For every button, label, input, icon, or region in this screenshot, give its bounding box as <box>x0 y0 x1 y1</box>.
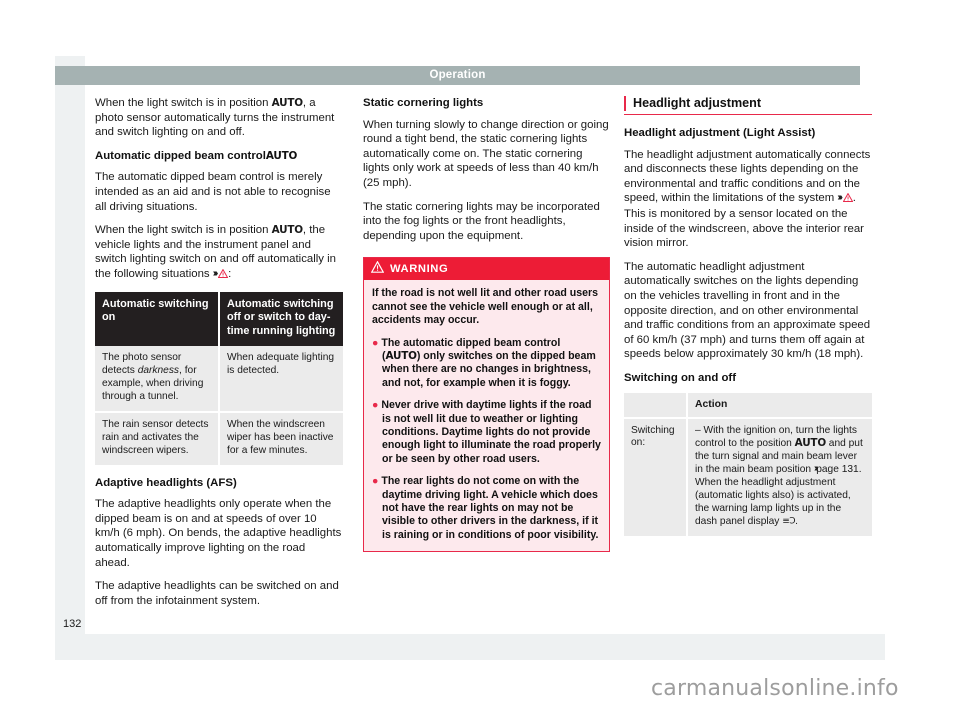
paragraph-static-cornering-2: The static cornering lights may be incor… <box>363 200 600 242</box>
headlight-indicator-icon: ≡Ɔ <box>782 516 796 527</box>
switch-position-pre: When the light switch is in position <box>95 224 272 237</box>
table-header-action: Action <box>687 392 872 419</box>
page-header-title: Operation <box>429 69 486 81</box>
left-column: When the light switch is in position AUT… <box>95 96 343 617</box>
warning-box-body: If the road is not well lit and other ro… <box>364 280 609 551</box>
cross-reference-chevron-icon: ››› <box>212 267 219 279</box>
paragraph-headlight-adjustment-1: The headlight adjustment automatically c… <box>624 148 872 251</box>
warning-intro-text: If the road is not well lit and other ro… <box>372 287 599 327</box>
paragraph-afs-infotainment: The adaptive headlights can be switched … <box>95 580 339 607</box>
warning-triangle-icon <box>218 268 229 278</box>
table-row: The rain sensor detects rain and activat… <box>95 411 343 465</box>
table-row: The photo sensor detects darkness, for e… <box>95 346 343 413</box>
cell-adequate-lighting: When adequate lighting is detected. <box>219 346 343 413</box>
warning-bullet-2: ● Never drive with daytime lights if the… <box>372 399 601 466</box>
heading-automatic-dipped-beam: Automatic dipped beam controlAUTO <box>95 149 343 164</box>
right-column: Headlight adjustment Headlight adjustmen… <box>624 96 872 536</box>
warning-box-label: WARNING <box>390 262 449 275</box>
warning-triangle-icon <box>370 260 385 276</box>
auto-badge-warning: AUTO <box>385 349 417 362</box>
paragraph-switch-position-auto: When the light switch is in position AUT… <box>95 223 343 282</box>
cell-switching-on-label: Switching on: <box>624 417 688 536</box>
table-row: Switching on: – With the ignition on, tu… <box>624 417 872 536</box>
cell-switching-on-action: – With the ignition on, turn the lights … <box>687 417 872 536</box>
table-header-row: Automatic switching on Automatic switchi… <box>95 291 343 347</box>
paragraph-light-switch-intro: When the light switch is in position AUT… <box>95 96 343 140</box>
paragraph-static-cornering-1: When turning slowly to change direction … <box>363 118 609 189</box>
warning-bullet-1: ● The automatic dipped beam control (AUT… <box>372 337 601 391</box>
cross-reference-chevron-icon: ››› <box>837 192 843 204</box>
cell-wiper-inactive: When the windscreen wiper has been inact… <box>219 411 343 465</box>
auto-badge-table: AUTO <box>794 437 826 450</box>
paragraph-auto-dipped-beam: The automatic dipped beam control is mer… <box>95 171 331 213</box>
watermark: carmanualsonline.info <box>651 676 899 701</box>
heading-automatic-dipped-beam-text: Automatic dipped beam control <box>95 149 266 162</box>
intro-text-run: When the light switch is in position <box>95 97 272 109</box>
automatic-switching-table: Automatic switching on Automatic switchi… <box>95 291 343 465</box>
warning-bullet-3: ● The rear lights do not come on with th… <box>372 475 601 542</box>
bullet-dot-icon: ● <box>372 336 379 349</box>
heading-light-assist: Headlight adjustment (Light Assist) <box>624 127 816 139</box>
cross-reference-chevron-icon: ›› <box>813 463 819 475</box>
warning-bullet-2-text: Never drive with daytime lights if the r… <box>381 399 601 465</box>
warning-triangle-icon <box>842 193 853 203</box>
heading-adaptive-headlights: Adaptive headlights (AFS) <box>95 476 237 489</box>
middle-column: Static cornering lights When turning slo… <box>363 96 611 553</box>
heading-static-cornering-lights: Static cornering lights <box>363 97 484 109</box>
headlight-adjustment-pre: The headlight adjustment automatically c… <box>624 148 871 205</box>
page-number: 132 <box>63 618 82 630</box>
action-end: . <box>795 515 798 527</box>
table-header-switching-on: Automatic switching on <box>95 291 220 347</box>
section-title-headlight-adjustment: Headlight adjustment <box>624 96 872 115</box>
auto-badge-2: AUTO <box>271 224 303 237</box>
cell-rain-sensor: The rain sensor detects rain and activat… <box>95 411 220 465</box>
action-page-ref[interactable]: page 131 <box>816 464 859 475</box>
cell-photo-sensor-italic: darkness <box>137 365 180 377</box>
switch-position-colon: : <box>228 267 232 280</box>
page-header-bar: Operation <box>55 66 860 85</box>
warning-box: WARNING If the road is not well lit and … <box>363 257 610 553</box>
table-header-blank <box>624 392 688 419</box>
paragraph-afs-operation: The adaptive headlights only operate whe… <box>95 498 342 569</box>
warning-box-header: WARNING <box>364 258 609 281</box>
heading-switching-on-off: Switching on and off <box>624 371 736 384</box>
table-header-row: Action <box>624 392 872 419</box>
bullet-dot-icon: ● <box>372 475 379 488</box>
paragraph-headlight-adjustment-2: The automatic headlight adjustment autom… <box>624 260 871 361</box>
auto-badge: AUTO <box>271 97 303 109</box>
auto-badge-heading: AUTO <box>265 149 298 162</box>
cell-photo-sensor: The photo sensor detects darkness, for e… <box>95 346 220 413</box>
bullet-dot-icon: ● <box>372 399 379 412</box>
switching-action-table: Action Switching on: – With the ignition… <box>624 392 872 536</box>
warning-bullet-3-text: The rear lights do not come on with the … <box>381 475 599 541</box>
table-header-switching-off: Automatic switching off or switch to day… <box>219 291 343 347</box>
